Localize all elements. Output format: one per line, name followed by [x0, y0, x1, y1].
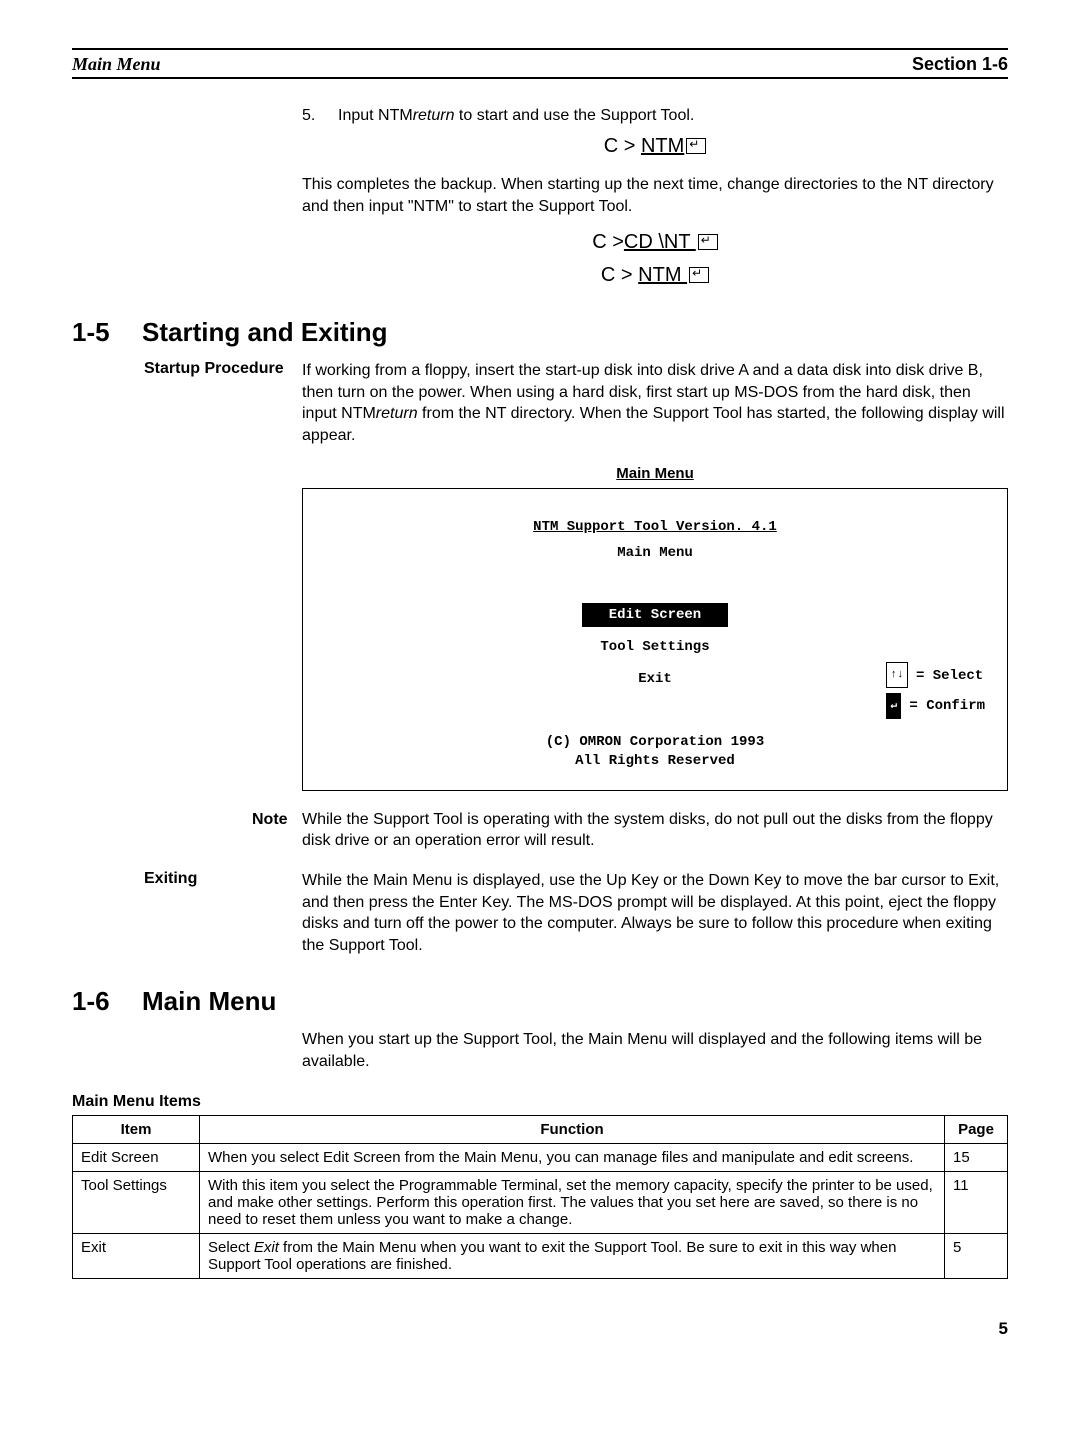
startup-italic: return: [376, 405, 418, 422]
cell-page: 5: [945, 1233, 1008, 1278]
enter-key-icon: [689, 267, 709, 283]
screen-caption: Main Menu: [302, 465, 1008, 482]
note-text: While the Support Tool is operating with…: [302, 809, 1008, 852]
cell-page: 15: [945, 1143, 1008, 1171]
section-1-6-heading: 1-6Main Menu: [72, 986, 1008, 1017]
section-1-5-title: Starting and Exiting: [142, 317, 388, 347]
menu-item-tool-settings[interactable]: Tool Settings: [582, 635, 727, 659]
cmd2-prompt: C >: [592, 231, 624, 253]
table-row: Exit Select Exit from the Main Menu when…: [73, 1233, 1008, 1278]
cell-function-post: from the Main Menu when you want to exit…: [208, 1239, 896, 1273]
exiting-text: While the Main Menu is displayed, use th…: [302, 870, 1008, 956]
command-line-3: C > NTM: [302, 264, 1008, 287]
legend-confirm: = Confirm: [901, 698, 985, 714]
cmd2-cmd: CD \NT: [624, 231, 696, 253]
section-1-5-heading: 1-5Starting and Exiting: [72, 317, 1008, 348]
enter-key-icon: [686, 138, 706, 154]
section-1-6-title: Main Menu: [142, 986, 276, 1016]
note-label: Note: [252, 809, 302, 852]
enter-key-icon: ↵: [886, 693, 901, 719]
enter-key-icon: [698, 234, 718, 250]
cmd3-prompt: C >: [601, 264, 638, 286]
menu-item-exit[interactable]: Exit: [582, 667, 727, 691]
table-row: Tool Settings With this item you select …: [73, 1171, 1008, 1233]
cell-function-pre: Select: [208, 1239, 254, 1256]
screen-subtitle: Main Menu: [323, 545, 987, 561]
running-head: Main Menu Section 1-6: [72, 48, 1008, 79]
step-text: Input NTMreturn to start and use the Sup…: [338, 107, 1008, 125]
main-menu-screen: NTM Support Tool Version. 4.1 Main Menu …: [302, 488, 1008, 791]
cell-function: With this item you select the Programmab…: [200, 1171, 945, 1233]
th-item: Item: [73, 1115, 200, 1143]
section-1-6-intro: When you start up the Support Tool, the …: [302, 1029, 1008, 1072]
menu-item-edit-screen[interactable]: Edit Screen: [582, 603, 727, 627]
main-menu-items-table: Item Function Page Edit Screen When you …: [72, 1115, 1008, 1279]
cell-item: Edit Screen: [73, 1143, 200, 1171]
running-head-right: Section 1-6: [912, 54, 1008, 75]
screen-copyright-2: All Rights Reserved: [323, 752, 987, 772]
running-head-left: Main Menu: [72, 54, 161, 75]
section-1-5-num: 1-5: [72, 317, 142, 348]
cmd1-prompt: C >: [604, 135, 641, 157]
step5-pre: Input NTM: [338, 107, 413, 124]
cmd1-cmd: NTM: [641, 135, 684, 157]
exiting-label: Exiting: [144, 870, 197, 888]
table-title: Main Menu Items: [72, 1093, 1008, 1111]
step5-italic: return: [413, 107, 455, 124]
screen-legend: ↑↓ = Select ↵ = Confirm: [886, 661, 985, 723]
command-line-1: C > NTM: [302, 135, 1008, 158]
th-function: Function: [200, 1115, 945, 1143]
step5-post: to start and use the Support Tool.: [454, 107, 694, 124]
cell-function: Select Exit from the Main Menu when you …: [200, 1233, 945, 1278]
step-number: 5.: [302, 107, 338, 125]
cmd3-cmd: NTM: [638, 264, 687, 286]
startup-procedure-label: Startup Procedure: [144, 360, 284, 378]
arrow-keys-icon: ↑↓: [886, 662, 907, 688]
page-number: 5: [72, 1319, 1008, 1339]
cell-item: Exit: [73, 1233, 200, 1278]
backup-paragraph: This completes the backup. When starting…: [302, 174, 1008, 217]
table-row: Edit Screen When you select Edit Screen …: [73, 1143, 1008, 1171]
legend-select: = Select: [908, 668, 984, 684]
cell-page: 11: [945, 1171, 1008, 1233]
cell-function: When you select Edit Screen from the Mai…: [200, 1143, 945, 1171]
th-page: Page: [945, 1115, 1008, 1143]
note-row: Note While the Support Tool is operating…: [252, 809, 1008, 852]
screen-title-line: NTM Support Tool Version. 4.1: [323, 519, 987, 535]
step-5: 5. Input NTMreturn to start and use the …: [302, 107, 1008, 125]
screen-copyright-1: (C) OMRON Corporation 1993: [323, 733, 987, 753]
cell-item: Tool Settings: [73, 1171, 200, 1233]
section-1-6-num: 1-6: [72, 986, 142, 1017]
cell-function-italic: Exit: [254, 1239, 279, 1256]
startup-procedure-text: If working from a floppy, insert the sta…: [302, 360, 1008, 446]
command-line-2: C >CD \NT: [302, 231, 1008, 254]
